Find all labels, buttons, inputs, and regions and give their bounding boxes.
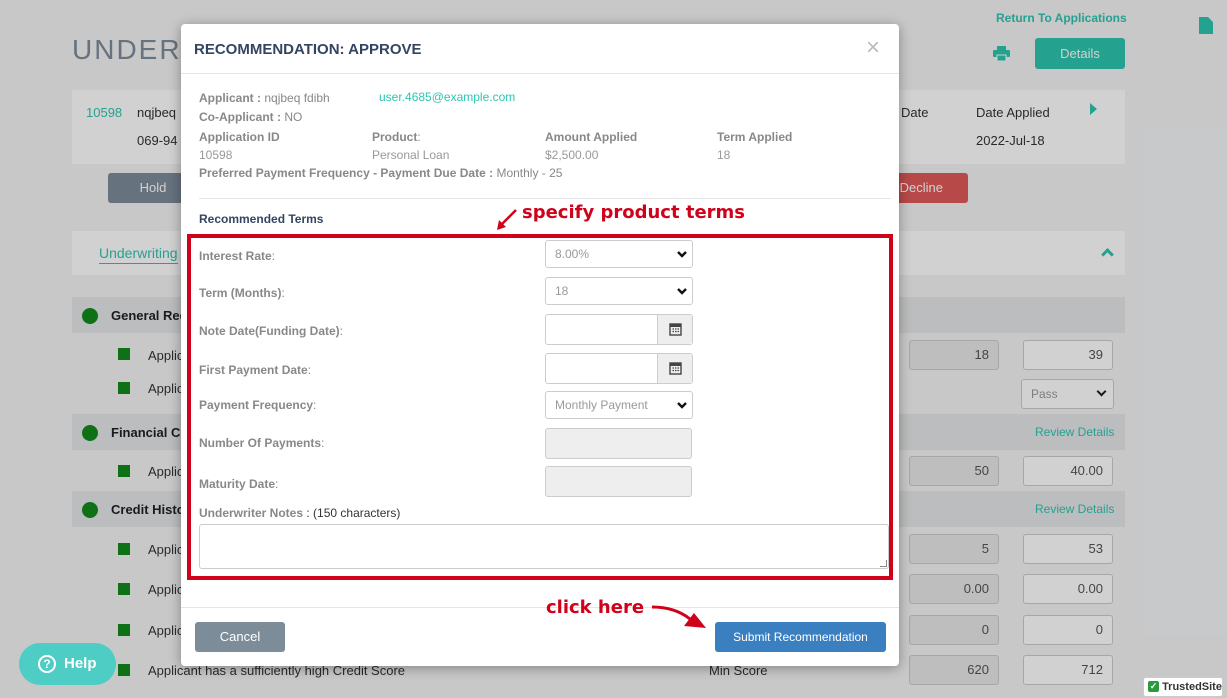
footer-divider bbox=[181, 607, 899, 608]
question-icon: ? bbox=[38, 655, 56, 673]
recommended-terms-heading: Recommended Terms bbox=[199, 212, 324, 226]
annotation-terms: specify product terms bbox=[522, 202, 746, 223]
cancel-button[interactable]: Cancel bbox=[195, 622, 285, 652]
coapplicant-label: Co-Applicant bbox=[199, 110, 274, 124]
help-button[interactable]: ? Help bbox=[19, 643, 116, 685]
annotation-arrow-icon bbox=[650, 602, 710, 633]
submit-recommendation-button[interactable]: Submit Recommendation bbox=[715, 622, 886, 652]
preferred-frequency: Preferred Payment Frequency - Payment Du… bbox=[199, 166, 562, 180]
applicant-value: nqjbeq fdibh bbox=[264, 91, 330, 105]
annotation-click: click here bbox=[546, 597, 645, 618]
preferred-frequency-label: Preferred Payment Frequency - Payment Du… bbox=[199, 166, 494, 180]
product-field: Product: bbox=[372, 130, 421, 144]
help-label: Help bbox=[64, 655, 97, 672]
application-id-value: 10598 bbox=[199, 148, 233, 162]
term-applied-value: 18 bbox=[717, 148, 731, 162]
modal-header-divider bbox=[181, 73, 899, 74]
info-divider bbox=[199, 198, 891, 199]
modal-title: RECOMMENDATION: APPROVE bbox=[194, 41, 422, 58]
amount-applied-value: $2,500.00 bbox=[545, 148, 599, 162]
product-label: Product bbox=[372, 130, 418, 144]
annotation-highlight-box bbox=[187, 234, 893, 580]
check-icon: ✓ bbox=[1148, 681, 1159, 692]
product-value: Personal Loan bbox=[372, 148, 450, 162]
trustedsite-label: TrustedSite bbox=[1162, 681, 1222, 693]
amount-applied-label: Amount Applied bbox=[545, 130, 638, 144]
trustedsite-badge[interactable]: ✓ TrustedSite bbox=[1143, 677, 1223, 697]
application-id-label: Application ID bbox=[199, 130, 280, 144]
annotation-arrow-icon bbox=[494, 208, 518, 235]
applicant-email-link[interactable]: user.4685@example.com bbox=[379, 90, 515, 104]
preferred-frequency-value: Monthly - 25 bbox=[496, 166, 563, 180]
close-icon[interactable]: × bbox=[866, 34, 880, 62]
coapplicant-field: Co-Applicant : NO bbox=[199, 110, 303, 124]
applicant-label: Applicant bbox=[199, 91, 254, 105]
term-applied-label: Term Applied bbox=[717, 130, 793, 144]
applicant-field: Applicant : nqjbeq fdibh bbox=[199, 91, 330, 105]
coapplicant-value: NO bbox=[284, 110, 303, 124]
